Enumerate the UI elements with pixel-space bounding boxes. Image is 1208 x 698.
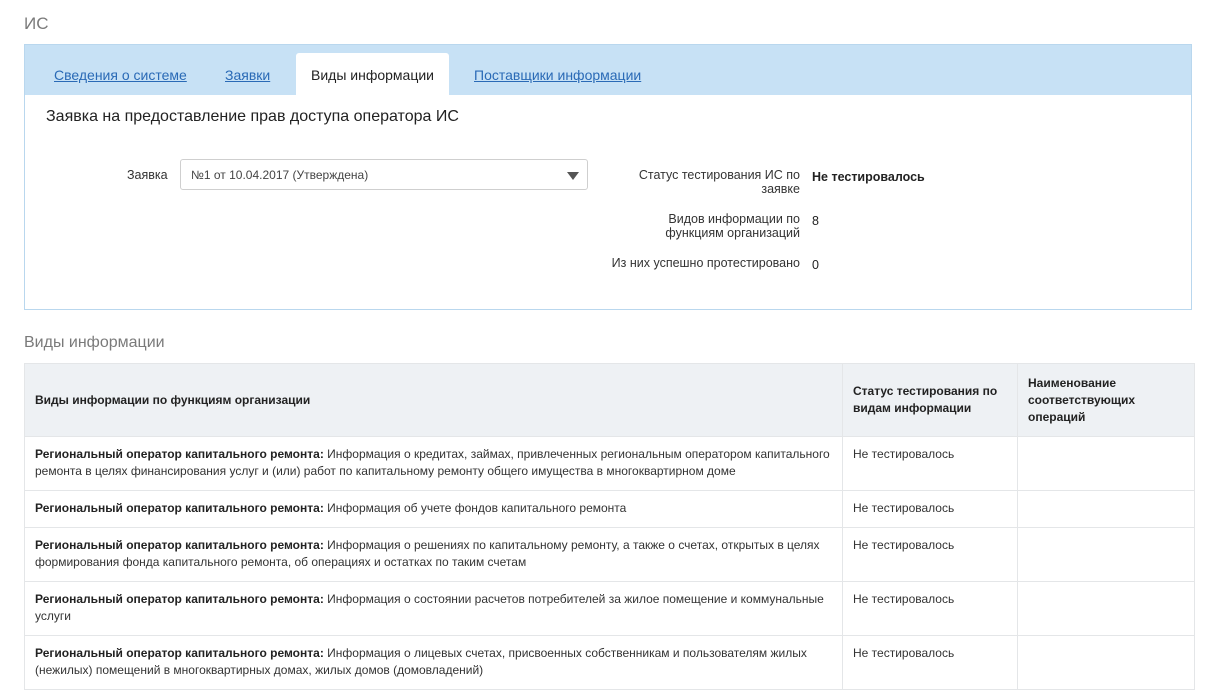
tested-count-value: 0 [812,258,819,272]
request-field-label: Заявка [127,168,168,182]
column-header-info-types: Виды информации по функциям организации [24,363,843,437]
types-count-value: 8 [812,214,819,228]
page-title: ИС [24,14,49,33]
row-operations [1017,581,1195,636]
test-status-label: Статус тестирования ИС по заявке [638,168,800,196]
column-header-test-status: Статус тестирования по видам информации [842,363,1018,437]
tab-requests[interactable]: Заявки [225,53,270,95]
row-function: Региональный оператор капитального ремон… [35,538,324,552]
info-types-heading: Виды информации [24,334,165,351]
request-select[interactable]: №1 от 10.04.2017 (Утверждена) [180,159,588,190]
tab-info-providers[interactable]: Поставщики информации [474,53,641,95]
row-text: Информация об учете фондов капитального … [327,501,627,515]
tab-bar: Сведения о системе Заявки Виды информаци… [25,45,1191,95]
request-select-value: №1 от 10.04.2017 (Утверждена) [191,168,369,182]
request-heading: Заявка на предоставление прав доступа оп… [46,108,459,125]
row-function: Региональный оператор капитального ремон… [35,592,324,606]
chevron-down-icon [567,172,579,180]
table-header-row: Виды информации по функциям организации … [24,363,1195,437]
tested-count-label: Из них успешно протестировано [611,256,800,270]
info-types-table: Виды информации по функциям организации … [24,363,1195,690]
row-function: Региональный оператор капитального ремон… [35,447,324,461]
row-status: Не тестировалось [842,490,1018,528]
row-function: Региональный оператор капитального ремон… [35,646,324,660]
table-row: Региональный оператор капитального ремон… [24,581,1195,636]
row-description: Региональный оператор капитального ремон… [24,527,843,582]
table-row: Региональный оператор капитального ремон… [24,527,1195,582]
row-description: Региональный оператор капитального ремон… [24,581,843,636]
row-status: Не тестировалось [842,436,1018,491]
tab-system-info[interactable]: Сведения о системе [54,53,187,95]
row-status: Не тестировалось [842,581,1018,636]
row-operations [1017,436,1195,491]
row-status: Не тестировалось [842,635,1018,690]
row-description: Региональный оператор капитального ремон… [24,490,843,528]
row-operations [1017,635,1195,690]
tab-info-types[interactable]: Виды информации [296,53,449,95]
table-row: Региональный оператор капитального ремон… [24,490,1195,528]
row-operations [1017,490,1195,528]
row-status: Не тестировалось [842,527,1018,582]
column-header-operations: Наименование соответствующих операций [1017,363,1195,437]
row-operations [1017,527,1195,582]
row-function: Региональный оператор капитального ремон… [35,501,324,515]
request-panel: Сведения о системе Заявки Виды информаци… [24,44,1192,310]
table-row: Региональный оператор капитального ремон… [24,436,1195,491]
row-description: Региональный оператор капитального ремон… [24,436,843,491]
test-status-value: Не тестировалось [812,170,925,184]
table-row: Региональный оператор капитального ремон… [24,635,1195,690]
types-count-label: Видов информации по функциям организаций [665,212,800,240]
row-description: Региональный оператор капитального ремон… [24,635,843,690]
